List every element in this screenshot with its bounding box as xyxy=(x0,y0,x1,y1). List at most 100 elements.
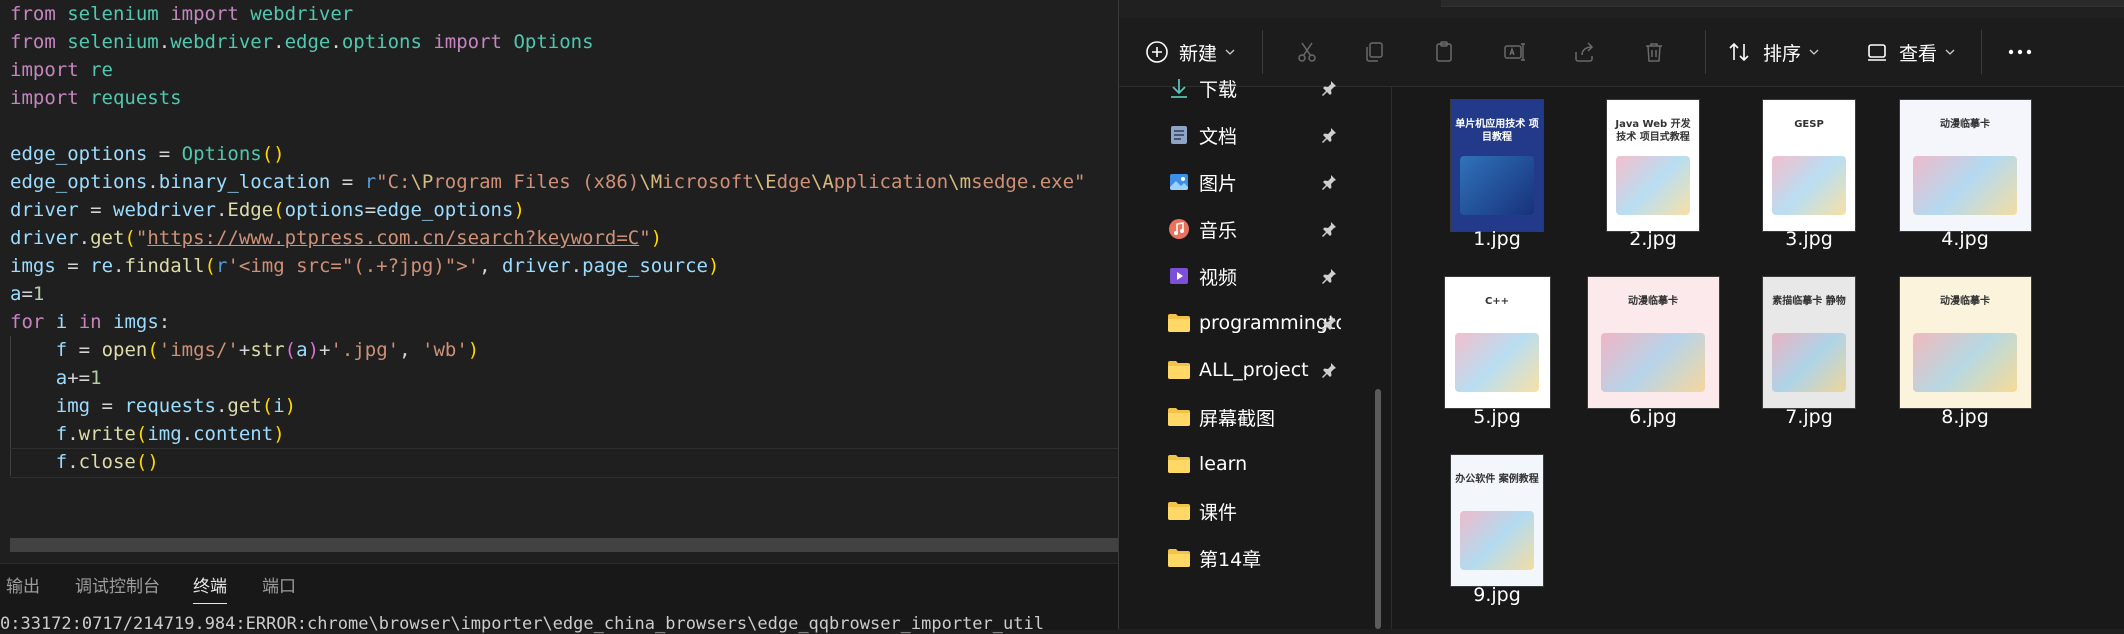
file-thumbnail[interactable]: 动漫临摹卡 xyxy=(1899,277,2031,408)
address-bar-strip xyxy=(1119,0,2124,18)
nav-item-label: 课件 xyxy=(1199,501,1238,524)
more-options-button[interactable] xyxy=(2007,18,2033,86)
cover-title: 素描临摹卡 静物 xyxy=(1772,296,1846,307)
sort-button[interactable]: 排序 xyxy=(1727,18,1819,86)
tab-debug-console[interactable]: 调试控制台 xyxy=(75,572,160,597)
plus-circle-icon xyxy=(1146,41,1168,63)
nav-item-label: 图片 xyxy=(1199,172,1238,195)
copy-icon xyxy=(1366,42,1383,62)
pin-icon[interactable] xyxy=(1321,80,1337,100)
pin-icon[interactable] xyxy=(1321,174,1337,194)
code-line[interactable]: a+=1 xyxy=(10,364,102,392)
nav-item[interactable]: 音乐 xyxy=(1167,209,1379,249)
nav-item[interactable]: 图片 xyxy=(1167,162,1379,202)
navigation-pane: 下载文档图片音乐视频 programmingtools ALL_project 屏幕截… xyxy=(1119,79,1392,629)
file-thumbnail[interactable]: 单片机应用技术 项目教程 xyxy=(1451,100,1543,231)
nav-item[interactable]: learn xyxy=(1167,444,1379,484)
cover-title: 办公软件 案例教程 xyxy=(1455,474,1539,485)
code-line[interactable]: img = requests.get(i) xyxy=(10,392,296,420)
video-icon xyxy=(1167,264,1191,288)
horizontal-scrollbar[interactable] xyxy=(10,538,1118,552)
rename-icon xyxy=(1504,43,1525,61)
file-thumbnail[interactable]: 动漫临摹卡 xyxy=(1899,100,2031,231)
file-name[interactable]: 2.jpg xyxy=(1583,228,1723,250)
tab-terminal[interactable]: 终端 xyxy=(193,572,227,604)
code-line[interactable]: imgs = re.findall(r'<img src="(.+?jpg)">… xyxy=(10,252,719,280)
nav-item[interactable]: 屏幕截图 xyxy=(1167,397,1379,437)
nav-item[interactable]: 视频 xyxy=(1167,256,1379,296)
file-name[interactable]: 3.jpg xyxy=(1739,228,1879,250)
new-label: 新建 xyxy=(1179,42,1218,65)
nav-scrollbar[interactable] xyxy=(1375,389,1381,629)
document-icon xyxy=(1167,123,1191,147)
pin-icon[interactable] xyxy=(1321,315,1337,335)
code-line[interactable]: from selenium.webdriver.edge.options imp… xyxy=(10,28,594,56)
file-name[interactable]: 7.jpg xyxy=(1739,406,1879,428)
nav-item[interactable]: 第14章 xyxy=(1167,538,1379,578)
pin-icon[interactable] xyxy=(1321,127,1337,147)
file-name[interactable]: 6.jpg xyxy=(1583,406,1723,428)
file-thumbnail[interactable]: GESP xyxy=(1763,100,1855,231)
pin-icon[interactable] xyxy=(1321,221,1337,241)
file-grid: 单片机应用技术 项目教程 1.jpg Java Web 开发技术 项目式教程 2.jp… xyxy=(1392,87,2124,629)
code-line[interactable]: edge_options.binary_location = r"C:\Prog… xyxy=(10,168,1085,196)
delete-button[interactable] xyxy=(1642,18,1666,86)
file-thumbnail[interactable]: Java Web 开发技术 项目式教程 xyxy=(1607,100,1699,231)
nav-item-label: 文档 xyxy=(1199,125,1238,148)
cover-title: Java Web 开发技术 项目式教程 xyxy=(1615,119,1691,143)
code-line[interactable]: from selenium import webdriver xyxy=(10,0,353,28)
tab-output[interactable]: 输出 xyxy=(6,572,40,597)
pin-icon[interactable] xyxy=(1321,268,1337,288)
share-button[interactable] xyxy=(1572,18,1596,86)
file-thumbnail[interactable]: 动漫临摹卡 xyxy=(1587,277,1719,408)
folder-icon xyxy=(1167,452,1191,476)
file-name[interactable]: 5.jpg xyxy=(1427,406,1567,428)
file-name[interactable]: 9.jpg xyxy=(1427,584,1567,606)
code-line[interactable]: driver.get("https://www.ptpress.com.cn/s… xyxy=(10,224,662,252)
code-editor[interactable]: from selenium import webdriver from selen… xyxy=(0,0,1118,629)
code-line[interactable]: import re xyxy=(10,56,113,84)
cover-art xyxy=(1772,333,1846,393)
sort-arrows-icon xyxy=(1729,42,1749,62)
cover-art xyxy=(1772,156,1846,216)
nav-item[interactable]: programmingtools xyxy=(1167,303,1379,343)
cover-title: 动漫临摹卡 xyxy=(1628,296,1678,307)
nav-item[interactable]: ALL_project xyxy=(1167,350,1379,390)
view-button[interactable]: 查看 xyxy=(1865,18,1955,86)
nav-item-label: learn xyxy=(1199,453,1248,475)
current-line-highlight xyxy=(10,448,1118,478)
paste-button[interactable] xyxy=(1432,18,1456,86)
nav-item[interactable]: 课件 xyxy=(1167,491,1379,531)
tab-ports[interactable]: 端口 xyxy=(262,572,296,597)
nav-item[interactable]: 下载 xyxy=(1167,68,1379,108)
clipboard-icon xyxy=(1436,41,1452,62)
code-line[interactable]: f.write(img.content) xyxy=(10,420,285,448)
view-label: 查看 xyxy=(1899,42,1938,65)
trash-icon xyxy=(1646,43,1662,62)
file-thumbnail[interactable]: 素描临摹卡 静物 xyxy=(1763,277,1855,408)
code-line[interactable]: f = open('imgs/'+str(a)+'.jpg', 'wb') xyxy=(10,336,479,364)
code-line[interactable]: import requests xyxy=(10,84,182,112)
folder-icon xyxy=(1167,405,1191,429)
nav-item-label: ALL_project xyxy=(1199,359,1309,381)
code-line[interactable]: a=1 xyxy=(10,280,44,308)
file-name[interactable]: 8.jpg xyxy=(1895,406,2035,428)
file-thumbnail[interactable]: C++ xyxy=(1444,277,1550,408)
code-line[interactable]: for i in imgs: xyxy=(10,308,170,336)
nav-item-label: 视频 xyxy=(1199,266,1238,289)
download-icon xyxy=(1167,76,1191,100)
cover-title: 单片机应用技术 项目教程 xyxy=(1455,119,1539,143)
nav-item-label: 屏幕截图 xyxy=(1199,407,1276,430)
rename-button[interactable] xyxy=(1503,18,1527,86)
code-line[interactable]: driver = webdriver.Edge(options=edge_opt… xyxy=(10,196,525,224)
nav-item[interactable]: 文档 xyxy=(1167,115,1379,155)
code-line[interactable]: f.close() xyxy=(10,448,159,476)
pin-icon[interactable] xyxy=(1321,362,1337,382)
file-name[interactable]: 1.jpg xyxy=(1427,228,1567,250)
file-thumbnail[interactable]: 办公软件 案例教程 xyxy=(1451,455,1543,586)
terminal-output: 0:33172:0717/214719.984:ERROR:chrome\bro… xyxy=(0,614,1044,634)
nav-item-label: 下载 xyxy=(1199,78,1238,101)
file-name[interactable]: 4.jpg xyxy=(1895,228,2035,250)
code-line[interactable]: edge_options = Options() xyxy=(10,140,285,168)
cover-title: C++ xyxy=(1484,296,1510,307)
